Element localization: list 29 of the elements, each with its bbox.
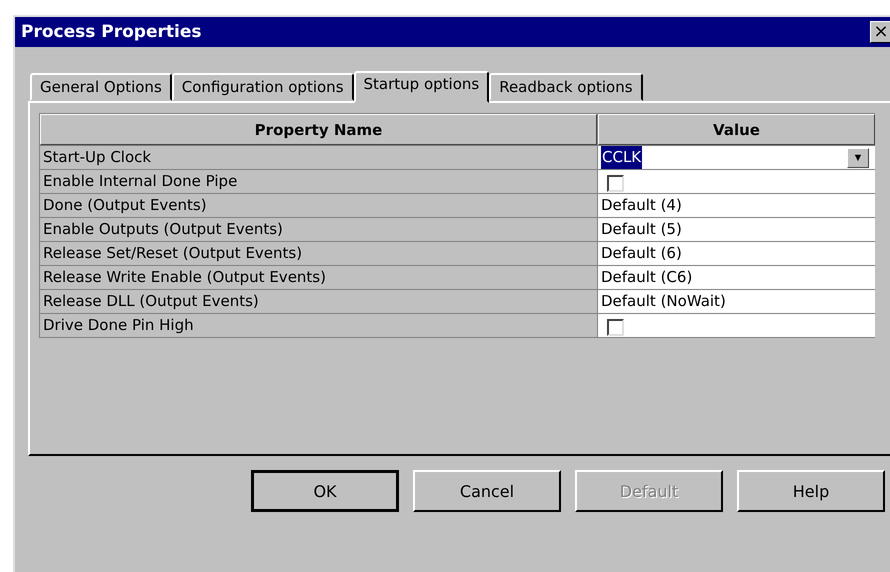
- table-cell: Done (Output Events): [40, 194, 597, 217]
- dropdown-button[interactable]: ▼: [847, 148, 869, 168]
- dropdown-value: CCLK: [601, 146, 642, 169]
- table-cell: Enable Internal Done Pipe: [40, 170, 597, 193]
- table-cell: Release Set/Reset (Output Events): [40, 242, 597, 265]
- tab[interactable]: Configuration options: [172, 73, 354, 101]
- table-cell: Default (4): [598, 194, 875, 217]
- table-cell: Drive Done Pin High: [40, 314, 597, 337]
- table-cell: Default (5): [598, 218, 875, 241]
- tab[interactable]: General Options: [30, 73, 172, 101]
- window-title: Process Properties: [21, 22, 202, 42]
- table-cell: Release DLL (Output Events): [40, 290, 597, 313]
- close-button[interactable]: ×: [870, 21, 890, 43]
- table-cell: Default (6): [598, 242, 875, 265]
- dialog-button[interactable]: Cancel: [413, 470, 561, 512]
- dialog-button[interactable]: OK: [251, 470, 399, 512]
- table-cell: Default (C6): [598, 266, 875, 289]
- table-cell: Default (NoWait): [598, 290, 875, 313]
- column-header: Value: [598, 114, 875, 145]
- checkbox[interactable]: [607, 319, 624, 336]
- table-cell: Release Write Enable (Output Events): [40, 266, 597, 289]
- dialog-button[interactable]: Help: [737, 470, 885, 512]
- tab[interactable]: Readback options: [489, 73, 643, 101]
- value-dropdown[interactable]: CCLK ▼: [598, 146, 875, 169]
- column-header: Property Name: [40, 114, 597, 145]
- table-cell: Start-Up Clock: [40, 146, 597, 169]
- tab[interactable]: Startup options: [354, 71, 490, 103]
- table-cell: Enable Outputs (Output Events): [40, 218, 597, 241]
- checkbox[interactable]: [607, 175, 624, 192]
